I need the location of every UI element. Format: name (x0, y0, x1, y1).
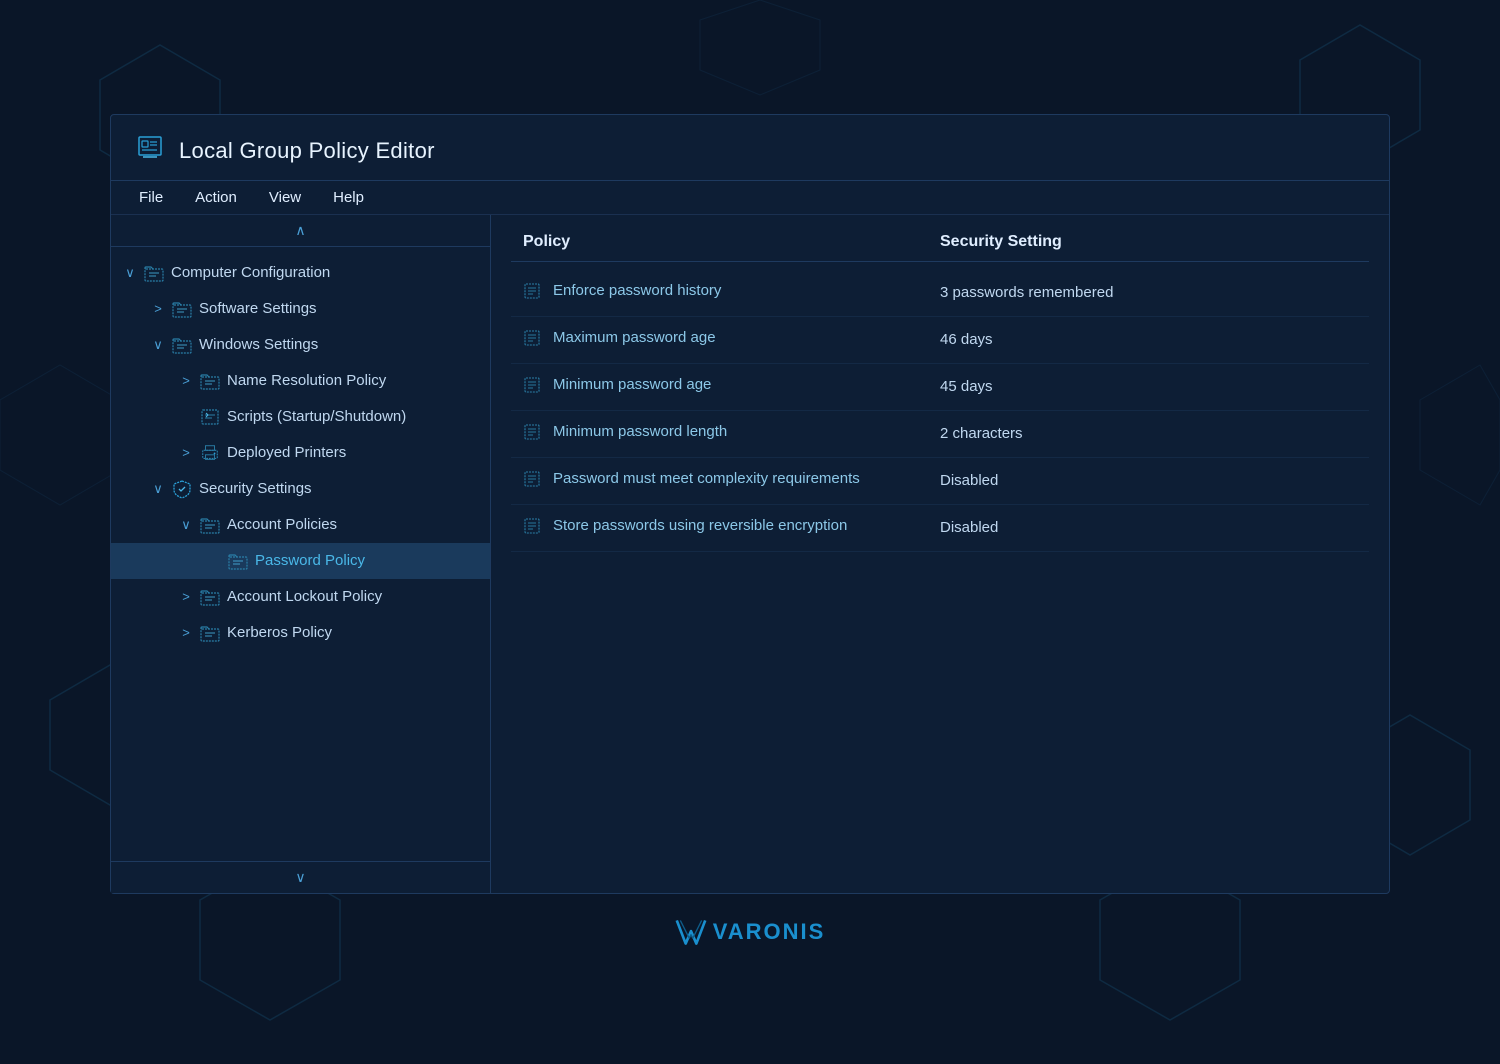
table-row[interactable]: Minimum password age 45 days (511, 364, 1369, 411)
table-row[interactable]: Minimum password length 2 characters (511, 411, 1369, 458)
table-header: Policy Security Setting (511, 215, 1369, 262)
table-row[interactable]: Password must meet complexity requiremen… (511, 458, 1369, 505)
policy-value-0: 3 passwords remembered (940, 284, 1357, 301)
tree-item-kerberos[interactable]: > Kerberos Policy (111, 615, 490, 651)
expander-windows-settings: ∨ (151, 337, 165, 353)
policy-row-icon-1 (523, 329, 541, 353)
menu-view[interactable]: View (269, 189, 301, 206)
label-password-policy: Password Policy (255, 552, 365, 569)
tree-item-deployed-printers[interactable]: > Deployed Printers (111, 435, 490, 471)
policy-value-2: 45 days (940, 378, 1357, 395)
policy-name-4: Password must meet complexity requiremen… (523, 468, 940, 494)
menu-help[interactable]: Help (333, 189, 364, 206)
table-row[interactable]: Store passwords using reversible encrypt… (511, 505, 1369, 552)
tree-item-scripts[interactable]: Scripts (Startup/Shutdown) (111, 399, 490, 435)
policy-row-icon-3 (523, 423, 541, 447)
table-row[interactable]: Maximum password age 46 days (511, 317, 1369, 364)
expander-account-lockout: > (179, 589, 193, 604)
icon-password-policy (227, 550, 249, 572)
expander-deployed-printers: > (179, 445, 193, 460)
label-account-policies: Account Policies (227, 516, 337, 533)
expander-name-resolution: > (179, 373, 193, 388)
expander-kerberos: > (179, 625, 193, 640)
right-panel: Policy Security Setting Enforce password… (491, 215, 1389, 893)
policy-value-1: 46 days (940, 331, 1357, 348)
tree-content: ∨ Computer Configuration> Software Setti… (111, 247, 490, 861)
icon-deployed-printers (199, 442, 221, 464)
policy-row-icon-2 (523, 376, 541, 400)
label-account-lockout: Account Lockout Policy (227, 588, 382, 605)
policy-row-icon-5 (523, 517, 541, 541)
tree-item-windows-settings[interactable]: ∨ Windows Settings (111, 327, 490, 363)
tree-item-account-lockout[interactable]: > Account Lockout Policy (111, 579, 490, 615)
policy-value-4: Disabled (940, 472, 1357, 489)
tree-item-account-policies[interactable]: ∨ Account Policies (111, 507, 490, 543)
table-row[interactable]: Enforce password history 3 passwords reme… (511, 270, 1369, 317)
policy-name-text-3: Minimum password length (553, 421, 727, 442)
main-window: Local Group Policy Editor File Action Vi… (110, 114, 1390, 894)
policy-name-text-4: Password must meet complexity requiremen… (553, 468, 860, 489)
menu-file[interactable]: File (139, 189, 163, 206)
policy-value-3: 2 characters (940, 425, 1357, 442)
menu-bar: File Action View Help (111, 181, 1389, 215)
label-scripts: Scripts (Startup/Shutdown) (227, 408, 406, 425)
label-windows-settings: Windows Settings (199, 336, 318, 353)
policy-value-5: Disabled (940, 519, 1357, 536)
tree-item-security-settings[interactable]: ∨ Security Settings (111, 471, 490, 507)
menu-action[interactable]: Action (195, 189, 237, 206)
icon-software-settings (171, 298, 193, 320)
scroll-up-button[interactable]: ∧ (111, 215, 490, 247)
tree-panel: ∧ ∨ Computer Configuration> Software Set… (111, 215, 491, 893)
title-bar: Local Group Policy Editor (111, 115, 1389, 181)
tree-item-name-resolution[interactable]: > Name Resolution Policy (111, 363, 490, 399)
policy-name-5: Store passwords using reversible encrypt… (523, 515, 940, 541)
icon-scripts (199, 406, 221, 428)
col-policy-header: Policy (523, 233, 940, 251)
col-security-header: Security Setting (940, 233, 1357, 251)
label-computer-config: Computer Configuration (171, 264, 330, 281)
policy-row-icon-0 (523, 282, 541, 306)
varonis-logo-icon (675, 918, 707, 946)
policy-name-text-2: Minimum password age (553, 374, 711, 395)
varonis-logo-text: VARONIS (713, 919, 826, 945)
label-name-resolution: Name Resolution Policy (227, 372, 386, 389)
icon-name-resolution (199, 370, 221, 392)
icon-account-policies (199, 514, 221, 536)
varonis-logo: VARONIS (675, 918, 826, 946)
policy-table: Policy Security Setting Enforce password… (491, 215, 1389, 893)
tree-item-computer-config[interactable]: ∨ Computer Configuration (111, 255, 490, 291)
policy-row-icon-4 (523, 470, 541, 494)
icon-computer-config (143, 262, 165, 284)
expander-account-policies: ∨ (179, 517, 193, 533)
icon-windows-settings (171, 334, 193, 356)
tree-item-password-policy[interactable]: Password Policy (111, 543, 490, 579)
icon-account-lockout (199, 586, 221, 608)
policy-name-3: Minimum password length (523, 421, 940, 447)
label-kerberos: Kerberos Policy (227, 624, 332, 641)
app-icon (135, 133, 165, 170)
label-software-settings: Software Settings (199, 300, 317, 317)
label-security-settings: Security Settings (199, 480, 312, 497)
icon-kerberos (199, 622, 221, 644)
expander-software-settings: > (151, 301, 165, 316)
policy-rows: Enforce password history 3 passwords reme… (511, 270, 1369, 552)
expander-security-settings: ∨ (151, 481, 165, 497)
policy-name-0: Enforce password history (523, 280, 940, 306)
scroll-down-button[interactable]: ∨ (111, 861, 490, 893)
content-area: ∧ ∨ Computer Configuration> Software Set… (111, 215, 1389, 893)
policy-name-text-5: Store passwords using reversible encrypt… (553, 515, 847, 536)
branding-area: VARONIS (675, 918, 826, 946)
policy-name-text-0: Enforce password history (553, 280, 721, 301)
app-title: Local Group Policy Editor (179, 138, 435, 164)
policy-name-2: Minimum password age (523, 374, 940, 400)
icon-security-settings (171, 478, 193, 500)
label-deployed-printers: Deployed Printers (227, 444, 346, 461)
expander-computer-config: ∨ (123, 265, 137, 281)
tree-item-software-settings[interactable]: > Software Settings (111, 291, 490, 327)
policy-name-1: Maximum password age (523, 327, 940, 353)
policy-name-text-1: Maximum password age (553, 327, 716, 348)
